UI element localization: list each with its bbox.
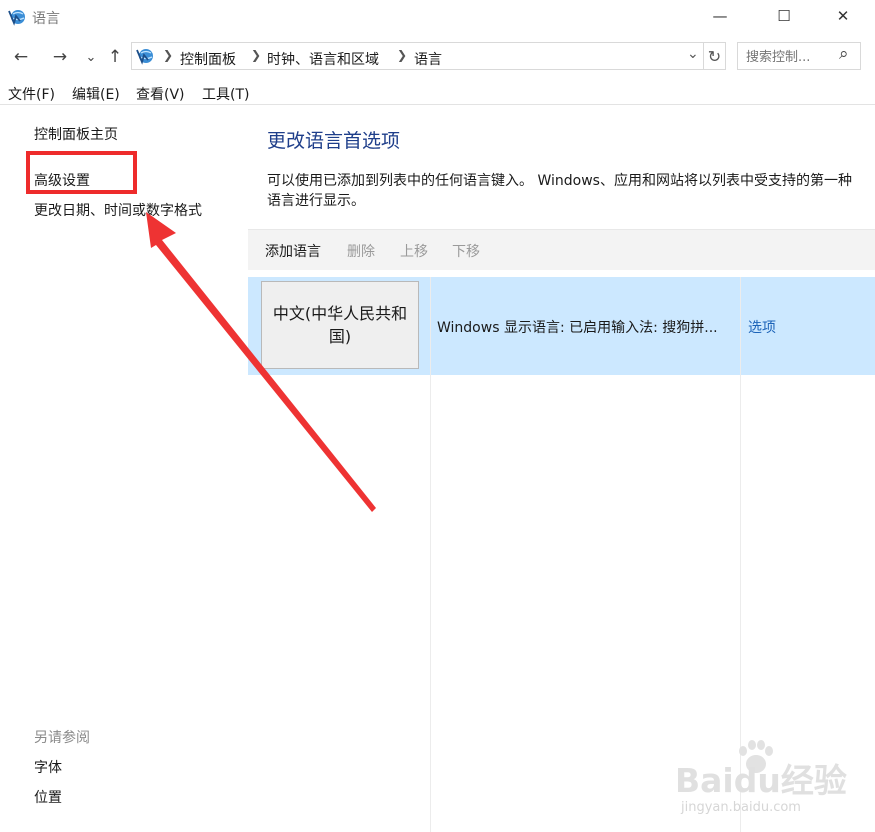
chevron-right-icon[interactable]: ❯ <box>397 48 407 62</box>
address-dropdown-icon[interactable]: ⌄ <box>687 46 699 62</box>
menu-tools[interactable]: 工具(T) <box>202 84 249 104</box>
add-language-button[interactable]: 添加语言 <box>265 241 321 261</box>
sidebar-control-panel-home[interactable]: 控制面板主页 <box>34 124 118 144</box>
window-title: 语言 <box>32 11 60 27</box>
language-toolbar: 添加语言 删除 上移 下移 <box>248 229 875 270</box>
breadcrumb-control-panel[interactable]: 控制面板 <box>180 49 236 69</box>
breadcrumb-language[interactable]: 语言 <box>414 49 442 69</box>
forward-button[interactable]: → <box>49 45 71 69</box>
annotation-highlight-box <box>26 151 137 194</box>
page-title: 更改语言首选项 <box>267 130 401 152</box>
chevron-right-icon[interactable]: ❯ <box>251 48 261 62</box>
back-button[interactable]: ← <box>10 45 32 69</box>
menu-edit[interactable]: 编辑(E) <box>72 84 120 104</box>
language-name: 中文(中华人民共和国) <box>272 304 408 346</box>
page-description: 可以使用已添加到列表中的任何语言键入。 Windows、应用和网站将以列表中受支… <box>267 173 852 209</box>
see-also-label: 另请参阅 <box>34 730 90 746</box>
language-status: Windows 显示语言: 已启用输入法: 搜狗拼... <box>437 320 718 336</box>
watermark-brand: Baidu经验 <box>675 761 847 800</box>
menu-divider <box>0 104 875 105</box>
watermark-url: jingyan.baidu.com <box>681 800 801 815</box>
language-options-link[interactable]: 选项 <box>748 317 776 337</box>
up-button[interactable]: ↑ <box>104 45 126 69</box>
globe-icon <box>7 7 27 27</box>
baidu-watermark: Baidu经验 jingyan.baidu.com <box>675 738 865 820</box>
address-bar[interactable]: ❯ 控制面板 ❯ 时钟、语言和区域 ❯ 语言 ⌄ <box>131 42 704 70</box>
minimize-button[interactable]: — <box>697 0 743 32</box>
title-bar <box>0 0 875 32</box>
move-down-button[interactable]: 下移 <box>452 241 480 261</box>
control-panel-icon <box>135 46 155 66</box>
language-tile[interactable]: 中文(中华人民共和国) <box>261 281 419 369</box>
search-input[interactable] <box>744 46 836 68</box>
sidebar-change-date-format[interactable]: 更改日期、时间或数字格式 <box>34 200 202 220</box>
menu-view[interactable]: 查看(V) <box>136 84 185 104</box>
maximize-button[interactable]: ☐ <box>761 0 807 32</box>
annotation-arrow <box>146 212 376 512</box>
sidebar-fonts[interactable]: 字体 <box>34 757 62 777</box>
remove-button[interactable]: 删除 <box>347 241 375 261</box>
sidebar-location[interactable]: 位置 <box>34 787 62 807</box>
breadcrumb-clock-language-region[interactable]: 时钟、语言和区域 <box>267 49 379 69</box>
recent-locations-button[interactable]: ⌄ <box>80 45 102 69</box>
menu-file[interactable]: 文件(F) <box>8 84 55 104</box>
column-divider <box>430 277 431 832</box>
chevron-right-icon: ❯ <box>163 48 174 62</box>
move-up-button[interactable]: 上移 <box>400 241 428 261</box>
close-button[interactable]: ✕ <box>820 0 866 32</box>
search-icon[interactable]: ⌕ <box>839 44 849 64</box>
refresh-button[interactable]: ↻ <box>704 42 726 70</box>
search-box[interactable]: ⌕ <box>737 42 861 70</box>
